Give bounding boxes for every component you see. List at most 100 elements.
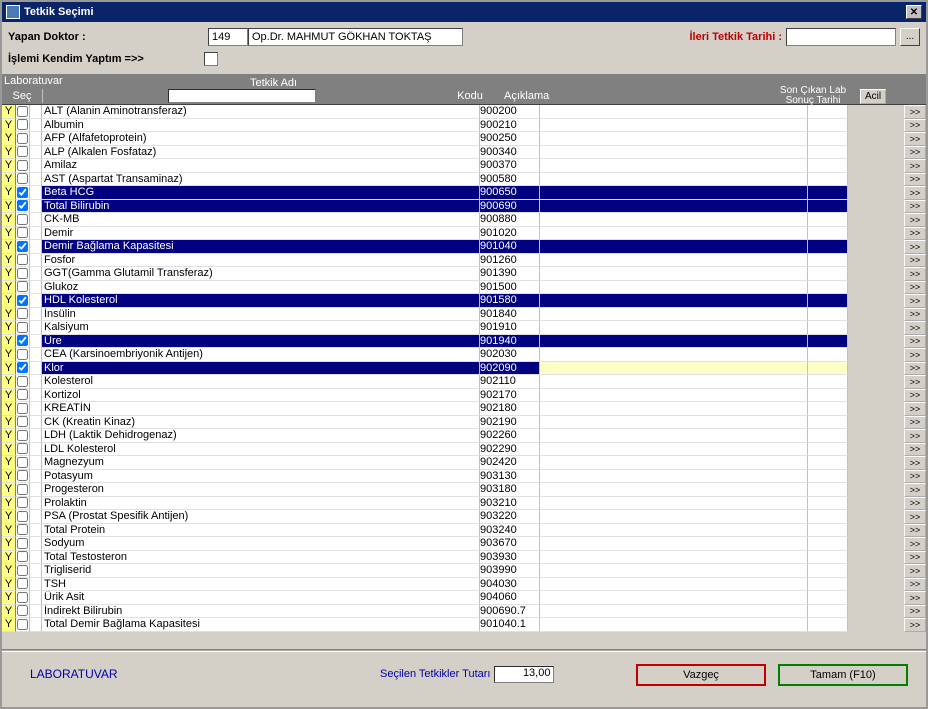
- table-row[interactable]: YFosfor901260>>: [2, 254, 926, 268]
- doctor-id-input[interactable]: [208, 28, 248, 46]
- search-input[interactable]: [168, 89, 316, 103]
- row-detail-button[interactable]: >>: [904, 564, 926, 578]
- table-row[interactable]: YDemir901020>>: [2, 227, 926, 241]
- row-checkbox[interactable]: [17, 295, 28, 306]
- table-row[interactable]: YALT (Alanin Aminotransferaz)900200>>: [2, 105, 926, 119]
- row-checkbox[interactable]: [17, 119, 28, 130]
- table-row[interactable]: YKortizol902170>>: [2, 389, 926, 403]
- row-checkbox[interactable]: [17, 457, 28, 468]
- row-checkbox[interactable]: [17, 133, 28, 144]
- row-checkbox[interactable]: [17, 187, 28, 198]
- row-detail-button[interactable]: >>: [904, 267, 926, 281]
- row-checkbox[interactable]: [17, 619, 28, 630]
- row-checkbox[interactable]: [17, 430, 28, 441]
- row-checkbox[interactable]: [17, 605, 28, 616]
- table-row[interactable]: YProlaktin903210>>: [2, 497, 926, 511]
- table-row[interactable]: YAST (Aspartat Transaminaz)900580>>: [2, 173, 926, 187]
- row-detail-button[interactable]: >>: [904, 375, 926, 389]
- row-checkbox[interactable]: [17, 470, 28, 481]
- row-detail-button[interactable]: >>: [904, 402, 926, 416]
- acil-button[interactable]: Acil: [860, 89, 886, 104]
- row-detail-button[interactable]: >>: [904, 618, 926, 632]
- row-detail-button[interactable]: >>: [904, 510, 926, 524]
- row-checkbox[interactable]: [17, 281, 28, 292]
- row-checkbox[interactable]: [17, 511, 28, 522]
- table-row[interactable]: YAmilaz900370>>: [2, 159, 926, 173]
- table-row[interactable]: YCEA (Karsinoembriyonik Antijen)902030>>: [2, 348, 926, 362]
- doctor-name-input[interactable]: [248, 28, 463, 46]
- row-checkbox[interactable]: [17, 308, 28, 319]
- row-detail-button[interactable]: >>: [904, 591, 926, 605]
- table-row[interactable]: Yİndirekt Bilirubin900690.7>>: [2, 605, 926, 619]
- table-row[interactable]: YÜre901940>>: [2, 335, 926, 349]
- table-row[interactable]: YTotal Protein903240>>: [2, 524, 926, 538]
- row-detail-button[interactable]: >>: [904, 389, 926, 403]
- row-checkbox[interactable]: [17, 335, 28, 346]
- row-checkbox[interactable]: [17, 241, 28, 252]
- row-checkbox[interactable]: [17, 403, 28, 414]
- row-detail-button[interactable]: >>: [904, 132, 926, 146]
- table-row[interactable]: YDemir Bağlama Kapasitesi901040>>: [2, 240, 926, 254]
- row-detail-button[interactable]: >>: [904, 335, 926, 349]
- row-detail-button[interactable]: >>: [904, 254, 926, 268]
- row-detail-button[interactable]: >>: [904, 551, 926, 565]
- row-detail-button[interactable]: >>: [904, 483, 926, 497]
- row-checkbox[interactable]: [17, 160, 28, 171]
- table-row[interactable]: YSodyum903670>>: [2, 537, 926, 551]
- self-checkbox[interactable]: [204, 52, 218, 66]
- table-row[interactable]: YLDH (Laktik Dehidrogenaz)902260>>: [2, 429, 926, 443]
- row-detail-button[interactable]: >>: [904, 159, 926, 173]
- ileri-tarih-input[interactable]: [786, 28, 896, 46]
- table-row[interactable]: YAlbumin900210>>: [2, 119, 926, 133]
- row-checkbox[interactable]: [17, 254, 28, 265]
- row-detail-button[interactable]: >>: [904, 416, 926, 430]
- row-detail-button[interactable]: >>: [904, 497, 926, 511]
- row-checkbox[interactable]: [17, 106, 28, 117]
- row-checkbox[interactable]: [17, 227, 28, 238]
- row-detail-button[interactable]: >>: [904, 443, 926, 457]
- table-row[interactable]: YKolesterol902110>>: [2, 375, 926, 389]
- table-row[interactable]: YAFP (Alfafetoprotein)900250>>: [2, 132, 926, 146]
- table-row[interactable]: YKREATİN902180>>: [2, 402, 926, 416]
- row-detail-button[interactable]: >>: [904, 200, 926, 214]
- table-row[interactable]: YTotal Demir Bağlama Kapasitesi901040.1>…: [2, 618, 926, 632]
- row-detail-button[interactable]: >>: [904, 294, 926, 308]
- table-row[interactable]: YCK-MB900880>>: [2, 213, 926, 227]
- table-row[interactable]: YKalsiyum901910>>: [2, 321, 926, 335]
- row-checkbox[interactable]: [17, 173, 28, 184]
- row-checkbox[interactable]: [17, 538, 28, 549]
- row-detail-button[interactable]: >>: [904, 537, 926, 551]
- table-row[interactable]: YGlukoz901500>>: [2, 281, 926, 295]
- table-row[interactable]: YGGT(Gamma Glutamil Transferaz)901390>>: [2, 267, 926, 281]
- row-checkbox[interactable]: [17, 362, 28, 373]
- table-row[interactable]: YMagnezyum902420>>: [2, 456, 926, 470]
- close-icon[interactable]: ✕: [906, 5, 922, 19]
- row-checkbox[interactable]: [17, 443, 28, 454]
- row-checkbox[interactable]: [17, 322, 28, 333]
- row-detail-button[interactable]: >>: [904, 362, 926, 376]
- row-detail-button[interactable]: >>: [904, 173, 926, 187]
- row-detail-button[interactable]: >>: [904, 105, 926, 119]
- table-row[interactable]: YTotal Testosteron903930>>: [2, 551, 926, 565]
- row-checkbox[interactable]: [17, 416, 28, 427]
- row-detail-button[interactable]: >>: [904, 146, 926, 160]
- table-row[interactable]: YÜrik Asit904060>>: [2, 591, 926, 605]
- table-row[interactable]: YTrigliserid903990>>: [2, 564, 926, 578]
- row-detail-button[interactable]: >>: [904, 321, 926, 335]
- row-detail-button[interactable]: >>: [904, 456, 926, 470]
- table-row[interactable]: YPSA (Prostat Spesifik Antijen)903220>>: [2, 510, 926, 524]
- row-checkbox[interactable]: [17, 349, 28, 360]
- row-detail-button[interactable]: >>: [904, 227, 926, 241]
- table-row[interactable]: YProgesteron903180>>: [2, 483, 926, 497]
- row-detail-button[interactable]: >>: [904, 470, 926, 484]
- row-checkbox[interactable]: [17, 497, 28, 508]
- row-checkbox[interactable]: [17, 146, 28, 157]
- table-row[interactable]: YCK (Kreatin Kinaz)902190>>: [2, 416, 926, 430]
- table-row[interactable]: YTSH904030>>: [2, 578, 926, 592]
- table-row[interactable]: YKlor902090>>: [2, 362, 926, 376]
- table-row[interactable]: YALP (Alkalen Fosfataz)900340>>: [2, 146, 926, 160]
- row-detail-button[interactable]: >>: [904, 348, 926, 362]
- row-detail-button[interactable]: >>: [904, 605, 926, 619]
- table-row[interactable]: YLDL Kolesterol902290>>: [2, 443, 926, 457]
- table-row[interactable]: YPotasyum903130>>: [2, 470, 926, 484]
